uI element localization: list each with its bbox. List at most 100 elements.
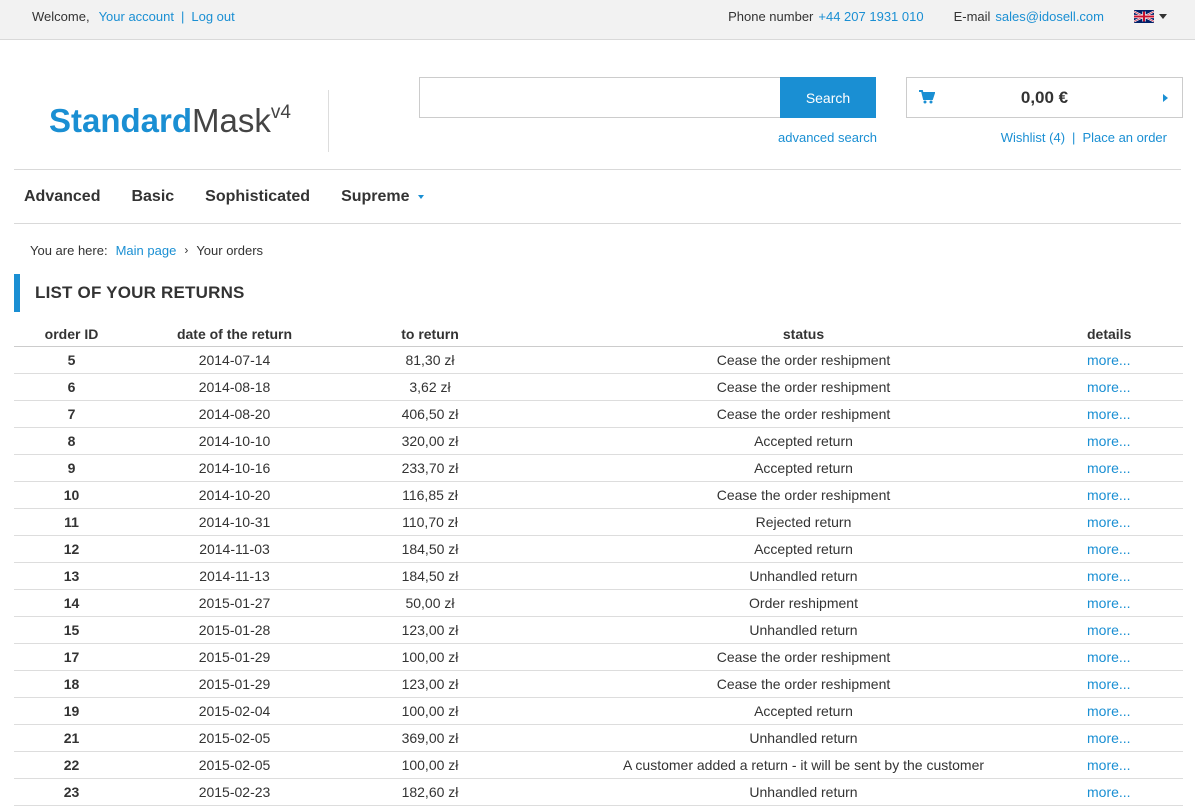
cart-icon <box>919 90 936 107</box>
details-cell: more... <box>1087 562 1183 590</box>
nav-item-advanced[interactable]: Advanced <box>24 188 100 206</box>
cart-box[interactable]: 0,00 € <box>906 77 1183 118</box>
more-details-link[interactable]: more... <box>1087 622 1131 638</box>
title-accent-bar <box>14 274 20 312</box>
details-cell: more... <box>1087 535 1183 563</box>
wishlist-link[interactable]: Wishlist (4) <box>1001 130 1065 145</box>
table-row: 11 2014-10-31 110,70 zł Rejected return more… <box>14 508 1183 536</box>
more-details-link[interactable]: more... <box>1087 352 1131 368</box>
table-row: 14 2015-01-27 50,00 zł Order reshipment more… <box>14 589 1183 617</box>
more-details-link[interactable]: more... <box>1087 757 1131 773</box>
status-cell: Rejected return <box>520 508 1087 536</box>
table-body: 5 2014-07-14 81,30 zł Cease the order reshi… <box>14 346 1183 806</box>
breadcrumb-current: Your orders <box>196 242 264 258</box>
status-cell: Cease the order reshipment <box>520 670 1087 698</box>
more-details-link[interactable]: more... <box>1087 541 1131 557</box>
date-cell: 2014-10-16 <box>129 454 340 482</box>
status-cell: Unhandled return <box>520 616 1087 644</box>
status-cell: A customer added a return - it will be s… <box>520 751 1087 779</box>
order-id-cell: 7 <box>14 400 129 428</box>
table-header-row: order ID date of the return to return st… <box>14 316 1183 347</box>
date-cell: 2014-11-03 <box>129 535 340 563</box>
logo-divider <box>328 90 329 152</box>
order-id-cell: 18 <box>14 670 129 698</box>
amount-cell: 100,00 zł <box>340 643 520 671</box>
details-cell: more... <box>1087 346 1183 374</box>
more-details-link[interactable]: more... <box>1087 460 1131 476</box>
place-order-link[interactable]: Place an order <box>1082 130 1167 145</box>
more-details-link[interactable]: more... <box>1087 649 1131 665</box>
more-details-link[interactable]: more... <box>1087 676 1131 692</box>
uk-flag-icon <box>1134 10 1154 23</box>
date-cell: 2015-01-27 <box>129 589 340 617</box>
order-id-cell: 10 <box>14 481 129 509</box>
amount-cell: 81,30 zł <box>340 346 520 374</box>
more-details-link[interactable]: more... <box>1087 406 1131 422</box>
nav-item-sophisticated[interactable]: Sophisticated <box>205 188 310 206</box>
date-cell: 2015-01-28 <box>129 616 340 644</box>
table-row: 23 2015-02-23 182,60 zł Unhandled return mor… <box>14 778 1183 806</box>
table-row: 21 2015-02-05 369,00 zł Unhandled return mor… <box>14 724 1183 752</box>
table-row: 6 2014-08-18 3,62 zł Cease the order reship… <box>14 373 1183 401</box>
email-link[interactable]: sales@idosell.com <box>995 9 1104 24</box>
separator: | <box>180 9 185 24</box>
nav-item-supreme[interactable]: Supreme <box>341 188 424 206</box>
email-label: E-mail <box>953 9 991 24</box>
more-details-link[interactable]: more... <box>1087 514 1131 530</box>
date-cell: 2015-01-29 <box>129 643 340 671</box>
status-cell: Cease the order reshipment <box>520 400 1087 428</box>
date-cell: 2014-11-13 <box>129 562 340 590</box>
more-details-link[interactable]: more... <box>1087 703 1131 719</box>
more-details-link[interactable]: more... <box>1087 784 1131 800</box>
status-cell: Unhandled return <box>520 562 1087 590</box>
logo[interactable]: StandardMaskv4 <box>49 102 291 140</box>
more-details-link[interactable]: more... <box>1087 379 1131 395</box>
phone-link[interactable]: +44 207 1931 010 <box>818 9 923 24</box>
your-account-link[interactable]: Your account <box>99 9 174 24</box>
chevron-right-icon: › <box>184 243 189 257</box>
nav-item-basic[interactable]: Basic <box>131 188 174 206</box>
order-id-cell: 23 <box>14 778 129 806</box>
status-cell: Accepted return <box>520 697 1087 725</box>
more-details-link[interactable]: more... <box>1087 568 1131 584</box>
advanced-search-link[interactable]: advanced search <box>778 130 877 145</box>
cart-links: Wishlist (4) | Place an order <box>1001 130 1167 145</box>
order-id-cell: 14 <box>14 589 129 617</box>
header-to-return: to return <box>340 316 520 347</box>
breadcrumb-home-link[interactable]: Main page <box>116 243 177 258</box>
order-id-cell: 11 <box>14 508 129 536</box>
account-links: Welcome, Your account | Log out <box>32 9 235 24</box>
logout-link[interactable]: Log out <box>191 9 234 24</box>
more-details-link[interactable]: more... <box>1087 730 1131 746</box>
details-cell: more... <box>1087 508 1183 536</box>
status-cell: Cease the order reshipment <box>520 373 1087 401</box>
date-cell: 2014-07-14 <box>129 346 340 374</box>
table-row: 12 2014-11-03 184,50 zł Accepted return more… <box>14 535 1183 563</box>
breadcrumb-label: You are here: <box>30 242 108 258</box>
table-row: 10 2014-10-20 116,85 zł Cease the order res… <box>14 481 1183 509</box>
more-details-link[interactable]: more... <box>1087 433 1131 449</box>
header: StandardMaskv4 Search advanced search 0,… <box>0 40 1195 169</box>
amount-cell: 116,85 zł <box>340 481 520 509</box>
amount-cell: 100,00 zł <box>340 751 520 779</box>
contact-info: Phone number +44 207 1931 010 E-mail sal… <box>728 9 1167 24</box>
search-input[interactable] <box>419 77 780 118</box>
language-selector[interactable] <box>1134 10 1167 23</box>
amount-cell: 100,00 zł <box>340 697 520 725</box>
table-row: 13 2014-11-13 184,50 zł Unhandled return mor… <box>14 562 1183 590</box>
amount-cell: 233,70 zł <box>340 454 520 482</box>
main-nav: Advanced Basic Sophisticated Supreme <box>14 169 1181 224</box>
details-cell: more... <box>1087 481 1183 509</box>
more-details-link[interactable]: more... <box>1087 595 1131 611</box>
logo-part2: Mask <box>192 102 271 139</box>
status-cell: Accepted return <box>520 427 1087 455</box>
amount-cell: 369,00 zł <box>340 724 520 752</box>
welcome-text: Welcome, <box>32 9 90 24</box>
chevron-down-icon <box>417 194 424 199</box>
order-id-cell: 8 <box>14 427 129 455</box>
details-cell: more... <box>1087 724 1183 752</box>
status-cell: Cease the order reshipment <box>520 346 1087 374</box>
search-button[interactable]: Search <box>780 77 876 118</box>
more-details-link[interactable]: more... <box>1087 487 1131 503</box>
amount-cell: 184,50 zł <box>340 535 520 563</box>
